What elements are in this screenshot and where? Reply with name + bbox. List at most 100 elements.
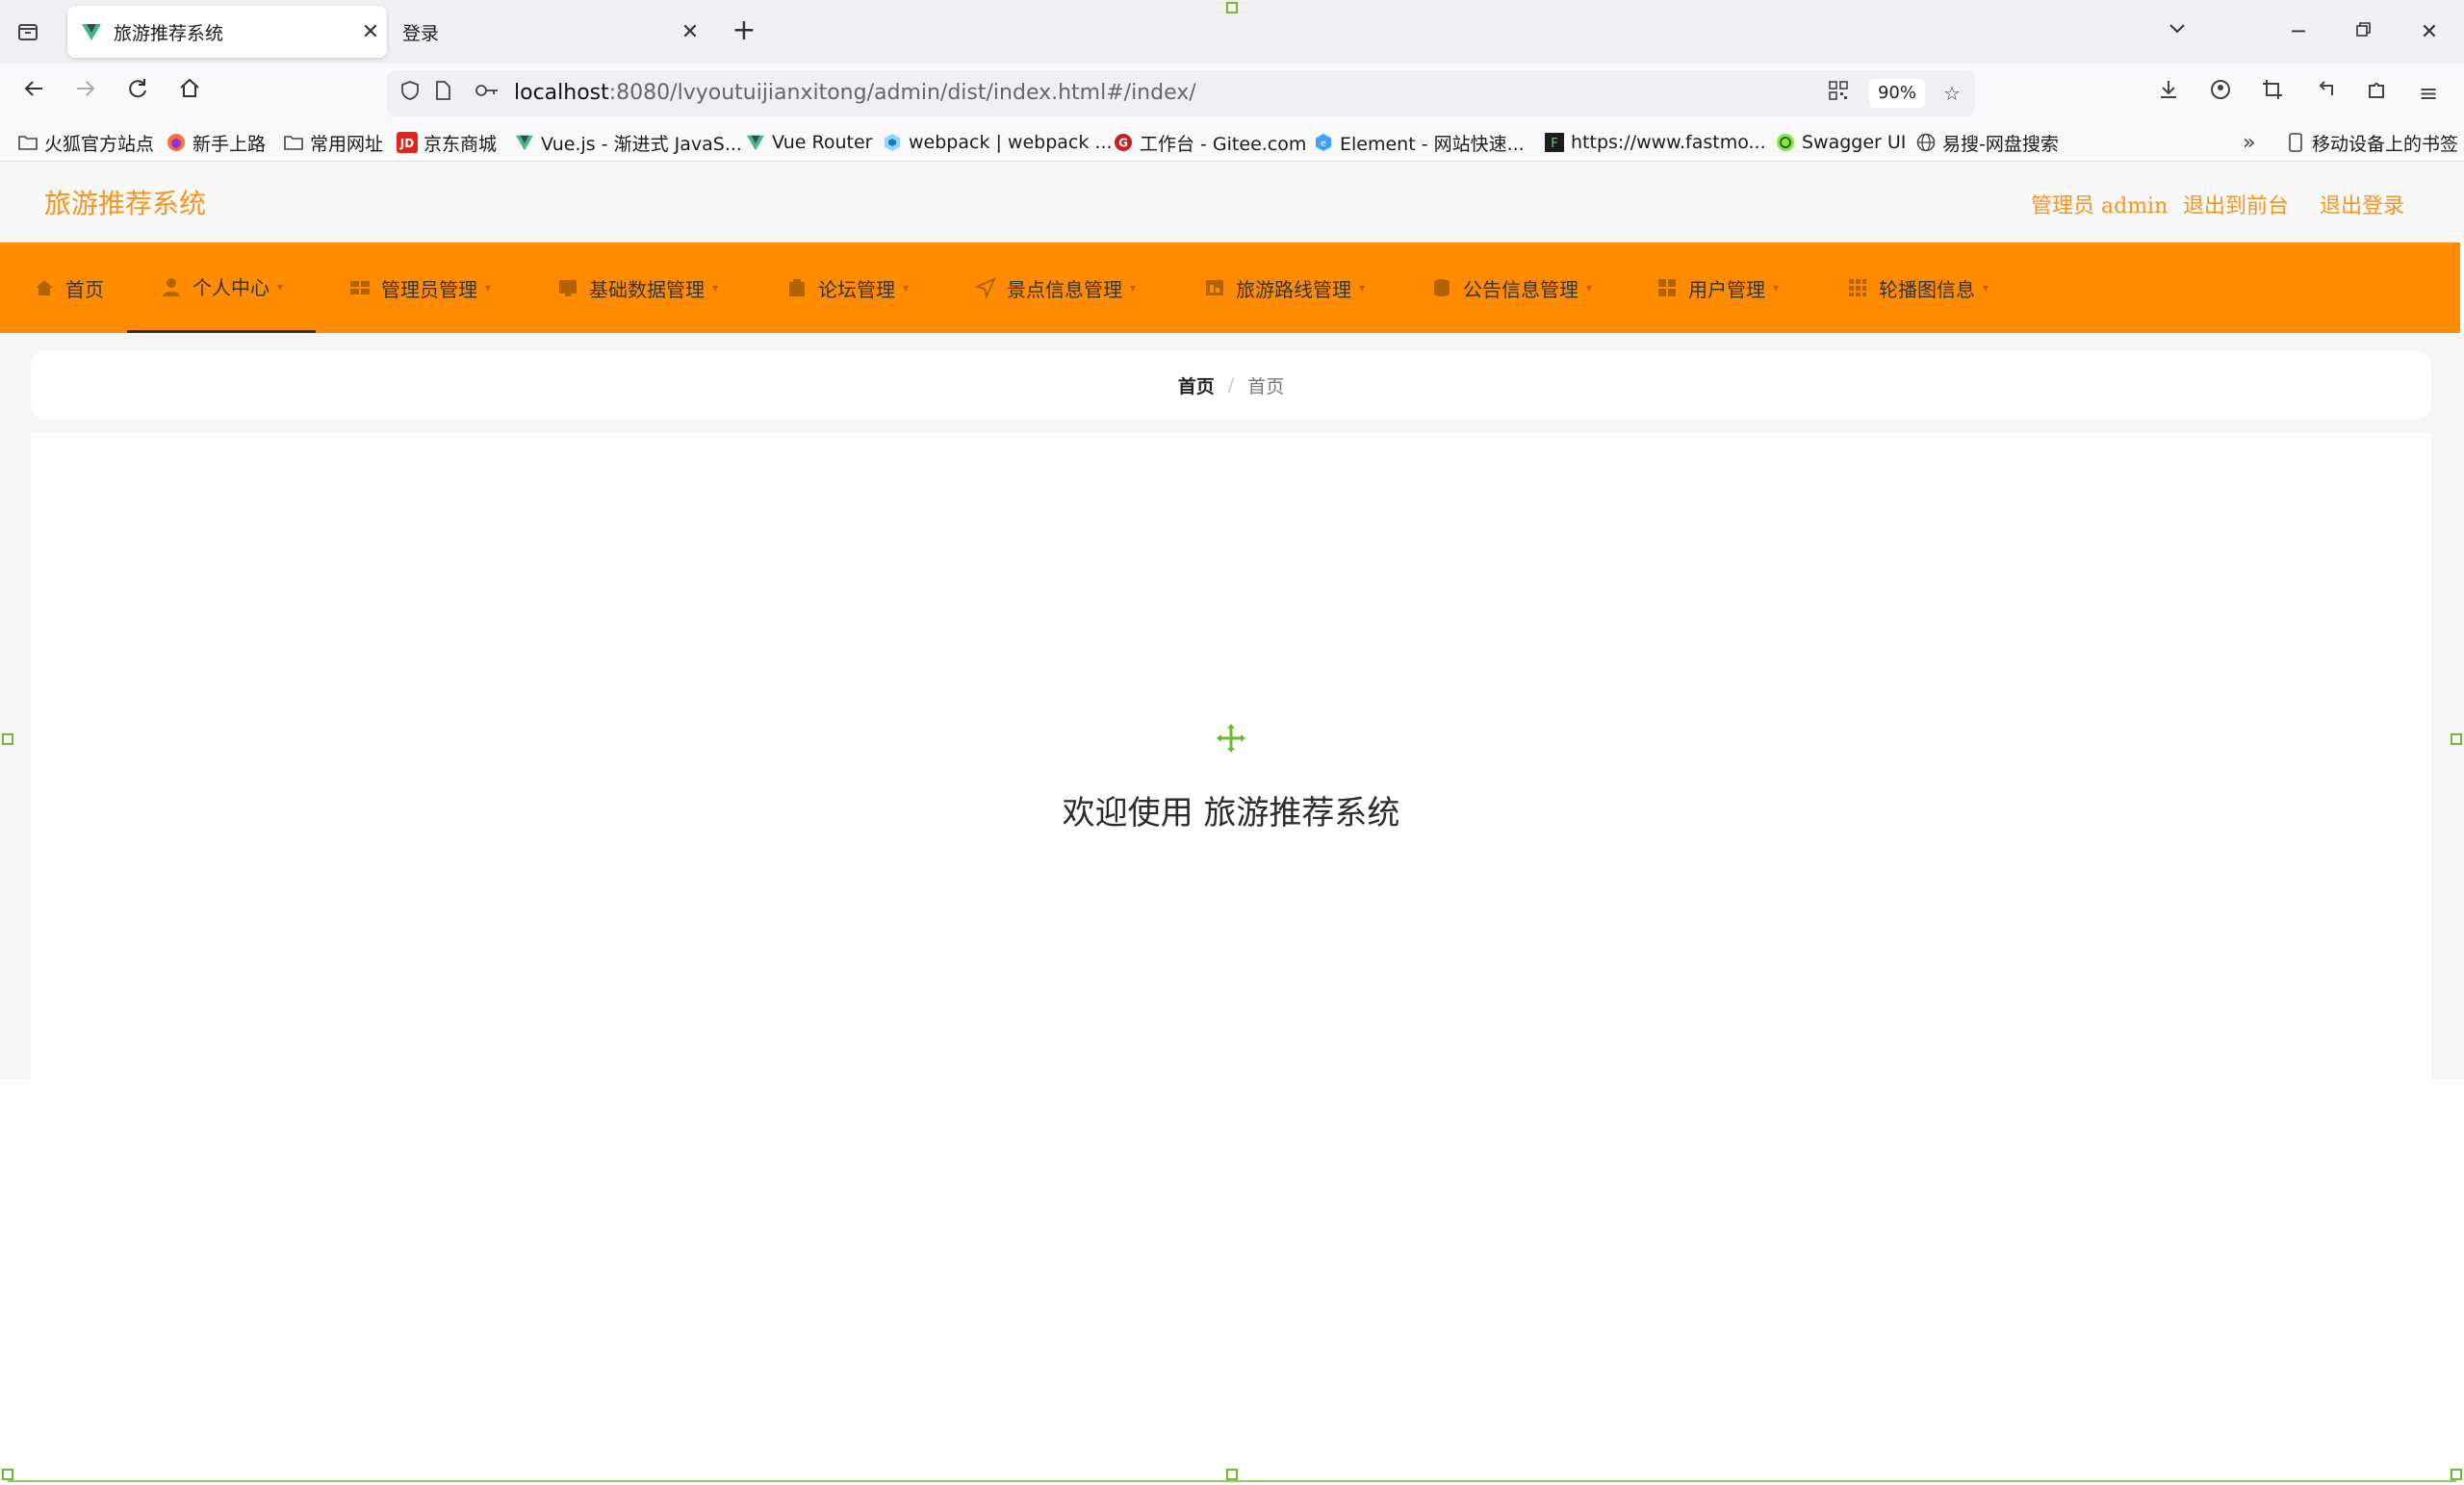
menu-label: 基础数据管理 (589, 277, 705, 301)
app-header: 旅游推荐系统 管理员 admin 退出到前台 退出登录 (0, 162, 2464, 243)
bookmarks-overflow-icon[interactable]: » (2243, 129, 2255, 156)
chevron-down-icon: ▾ (903, 281, 910, 294)
app-page: 旅游推荐系统 管理员 admin 退出到前台 退出登录 首页 个人中心 ▾ 管理… (0, 162, 2464, 1485)
menu-item-scenic-spots[interactable]: 景点信息管理 ▾ (973, 243, 1137, 333)
bookmark-item[interactable]: 火狐官方站点 (17, 129, 154, 156)
back-icon[interactable] (15, 75, 52, 112)
tab-list-icon[interactable] (15, 19, 40, 44)
chevron-down-icon: ▾ (485, 281, 492, 294)
home-icon[interactable] (171, 75, 208, 112)
user-icon (160, 275, 183, 298)
qr-code-icon[interactable] (1825, 80, 1852, 107)
selection-handle-bottom-right[interactable] (2451, 1469, 2462, 1480)
bookmark-star-icon[interactable]: ☆ (1938, 80, 1965, 107)
breadcrumb-item-home[interactable]: 首页 (1178, 372, 1215, 398)
zoom-level-badge[interactable]: 90% (1869, 79, 1925, 108)
svg-text:G: G (1118, 137, 1128, 150)
menu-hamburger-icon[interactable]: ≡ (2410, 75, 2447, 112)
menu-label: 个人中心 (192, 276, 270, 299)
bookmark-item[interactable]: Vue Router (745, 129, 872, 156)
bookmark-label: 常用网址 (310, 133, 384, 155)
shield-icon[interactable] (397, 80, 424, 107)
bookmark-label: Vue.js - 渐进式 JavaS... (541, 133, 742, 155)
tab-close-icon[interactable]: ✕ (354, 20, 387, 44)
globe-icon (1915, 132, 1937, 153)
menu-item-base-data[interactable]: 基础数据管理 ▾ (556, 243, 718, 333)
forward-icon[interactable] (67, 75, 104, 112)
account-icon[interactable] (2202, 75, 2239, 112)
menu-item-home[interactable]: 首页 (33, 243, 104, 333)
new-tab-button[interactable]: + (728, 15, 760, 48)
menu-item-forum[interactable]: 论坛管理 ▾ (785, 243, 909, 333)
close-window-icon[interactable]: ✕ (2410, 13, 2449, 52)
tab-close-icon[interactable]: ✕ (674, 20, 706, 44)
restore-icon[interactable] (2345, 13, 2383, 52)
extensions-icon[interactable] (2358, 75, 2395, 112)
menu-label: 旅游路线管理 (1236, 277, 1351, 301)
undo-icon[interactable] (2306, 75, 2343, 112)
users-icon (1656, 276, 1679, 299)
folder-icon (283, 132, 304, 153)
menu-item-users[interactable]: 用户管理 ▾ (1656, 243, 1779, 333)
svg-text:F: F (1551, 137, 1557, 151)
browser-nav-bar: localhost:8080/lvyoutuijianxitong/admin/… (0, 64, 2464, 123)
menu-item-admin[interactable]: 管理员管理 ▾ (348, 243, 491, 333)
bookmark-item[interactable]: G 工作台 - Gitee.com (1113, 129, 1306, 156)
tab-active[interactable]: 旅游推荐系统 ✕ (67, 6, 387, 58)
webpack-icon (882, 132, 903, 153)
selection-handle-top[interactable] (1226, 2, 1238, 13)
mobile-bookmarks[interactable]: 移动设备上的书签 (2285, 129, 2458, 156)
exit-to-front-link[interactable]: 退出到前台 (2183, 189, 2289, 219)
page-icon[interactable] (429, 80, 456, 107)
bookmark-item[interactable]: F https://www.fastmo... (1544, 129, 1766, 156)
selection-handle-bottom[interactable] (1226, 1469, 1238, 1480)
menu-item-carousel[interactable]: 轮播图信息 ▾ (1846, 243, 1989, 333)
selection-handle-right[interactable] (2451, 733, 2462, 745)
reload-icon[interactable] (119, 75, 156, 112)
bookmark-item[interactable]: 常用网址 (283, 129, 383, 156)
bookmark-label: Swagger UI (1802, 132, 1907, 153)
url-bar[interactable]: localhost:8080/lvyoutuijianxitong/admin/… (387, 70, 1975, 116)
bookmark-label: https://www.fastmo... (1571, 132, 1766, 153)
selection-handle-bottom-left[interactable] (2, 1469, 13, 1480)
bookmark-item[interactable]: JD 京东商城 (397, 129, 497, 156)
vue-icon (745, 132, 766, 153)
breadcrumb: 首页 / 首页 (31, 350, 2431, 420)
menu-item-routes[interactable]: 旅游路线管理 ▾ (1203, 243, 1365, 333)
bookmark-item[interactable]: Vue.js - 渐进式 JavaS... (514, 129, 742, 156)
move-cross-icon[interactable] (1217, 724, 1245, 753)
menu-item-notices[interactable]: 公告信息管理 ▾ (1430, 243, 1592, 333)
menu-item-profile[interactable]: 个人中心 ▾ (127, 243, 317, 333)
welcome-text: 欢迎使用 旅游推荐系统 (1062, 794, 1400, 832)
menu-label: 用户管理 (1688, 277, 1765, 301)
data-icon (556, 276, 579, 299)
key-icon[interactable] (474, 80, 500, 107)
screenshot-crop-icon[interactable] (2254, 75, 2291, 112)
current-user-link[interactable]: 管理员 admin (2031, 189, 2168, 219)
selection-handle-left[interactable] (2, 733, 13, 745)
bookmark-item[interactable]: e Element - 网站快速... (1313, 129, 1525, 156)
forum-icon (785, 276, 808, 299)
tab-title: 旅游推荐系统 (114, 22, 224, 44)
breadcrumb-separator: / (1227, 374, 1235, 396)
content-area: 首页 / 首页 欢迎使用 旅游推荐系统 (0, 333, 2464, 1080)
bookmark-item[interactable]: 新手上路 (166, 129, 266, 156)
downloads-icon[interactable] (2150, 75, 2187, 112)
chevron-down-icon: ▾ (1130, 281, 1137, 294)
bookmark-label: 京东商城 (424, 133, 498, 155)
vue-favicon-icon (81, 21, 102, 42)
notice-icon (1430, 276, 1453, 299)
url-text[interactable]: localhost:8080/lvyoutuijianxitong/admin/… (514, 80, 1196, 107)
logout-link[interactable]: 退出登录 (2320, 189, 2404, 219)
bookmark-item[interactable]: 易搜-网盘搜索 (1915, 129, 2059, 156)
mobile-device-icon (2285, 132, 2306, 153)
minimize-icon[interactable]: ─ (2279, 13, 2318, 52)
mobile-bookmarks-label: 移动设备上的书签 (2312, 133, 2459, 155)
bookmark-item[interactable]: Swagger UI (1775, 129, 1906, 156)
carousel-icon (1846, 276, 1869, 299)
bookmark-item[interactable]: webpack | webpack ... (882, 129, 1113, 156)
bookmark-label: 工作台 - Gitee.com (1140, 133, 1307, 155)
location-icon (973, 276, 997, 300)
list-all-tabs-icon[interactable] (2158, 13, 2196, 52)
tab-inactive[interactable]: 登录 ✕ (387, 6, 706, 58)
